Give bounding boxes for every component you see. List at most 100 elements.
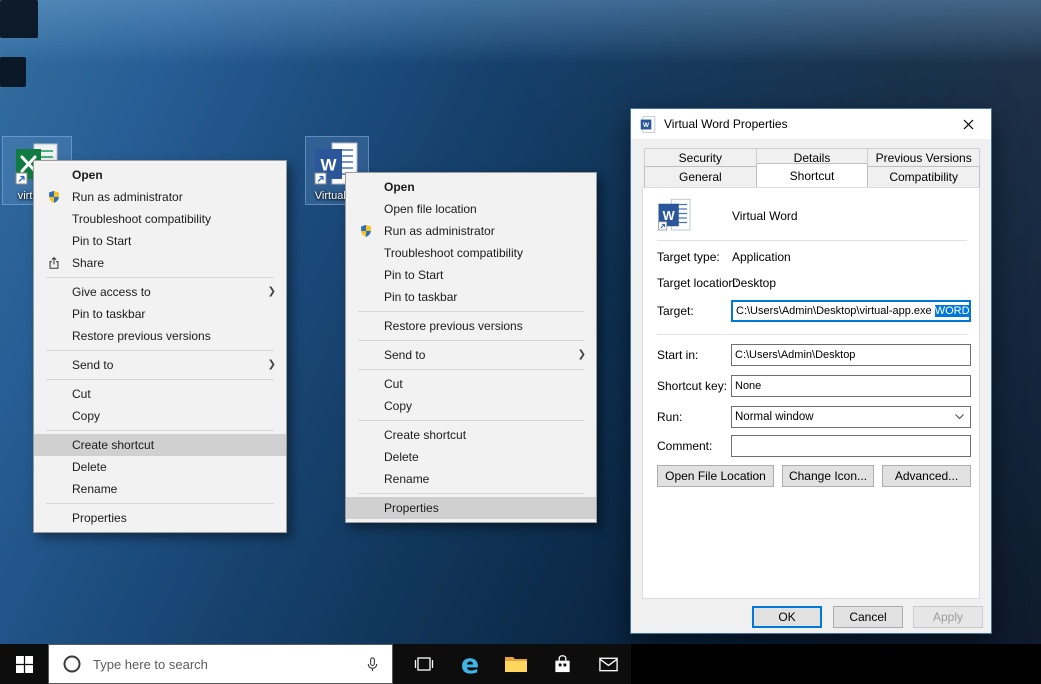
taskbar-search-box[interactable]: Type here to search xyxy=(48,644,393,684)
menu-separator xyxy=(358,311,584,312)
menu-item-cut[interactable]: Cut xyxy=(346,373,596,395)
blank-icon xyxy=(46,408,62,424)
cancel-button[interactable]: Cancel xyxy=(833,606,903,628)
file-explorer-button[interactable] xyxy=(493,644,539,684)
menu-item-label: Rename xyxy=(384,472,570,486)
run-value: Normal window xyxy=(735,411,814,423)
menu-item-label: Pin to taskbar xyxy=(72,307,260,321)
shortcut-tab-page: W Virtual Word Target type: Application … xyxy=(642,187,980,599)
menu-item-label: Cut xyxy=(72,387,260,401)
menu-item-open[interactable]: Open xyxy=(34,164,286,186)
target-type-label: Target type: xyxy=(657,250,720,264)
menu-item-label: Pin to Start xyxy=(72,234,260,248)
word-shortcut-icon: W xyxy=(657,197,693,233)
close-button[interactable] xyxy=(946,109,991,139)
shield-icon xyxy=(358,223,374,239)
blank-icon xyxy=(46,386,62,402)
menu-item-send-to[interactable]: Send to❯ xyxy=(34,354,286,376)
edge-button[interactable]: e xyxy=(447,644,493,684)
run-dropdown[interactable]: Normal window xyxy=(731,406,971,428)
blank-icon xyxy=(46,459,62,475)
shortcut-key-input[interactable]: None xyxy=(731,375,971,397)
partial-desktop-icon[interactable] xyxy=(0,0,38,38)
menu-item-copy[interactable]: Copy xyxy=(34,405,286,427)
menu-separator xyxy=(46,503,274,504)
blank-icon xyxy=(46,306,62,322)
menu-item-label: Send to xyxy=(384,348,570,362)
menu-item-open[interactable]: Open xyxy=(346,176,596,198)
menu-item-properties[interactable]: Properties xyxy=(34,507,286,529)
menu-item-restore-previous-versions[interactable]: Restore previous versions xyxy=(346,315,596,337)
change-icon-button[interactable]: Change Icon... xyxy=(782,465,874,487)
dialog-titlebar[interactable]: W Virtual Word Properties xyxy=(631,109,991,139)
advanced-button[interactable]: Advanced... xyxy=(882,465,971,487)
blank-icon xyxy=(358,267,374,283)
partial-desktop-icon[interactable] xyxy=(0,57,26,87)
menu-item-run-as-administrator[interactable]: Run as administrator xyxy=(346,220,596,242)
menu-item-troubleshoot-compatibility[interactable]: Troubleshoot compatibility xyxy=(34,208,286,230)
target-location-value: Desktop xyxy=(732,276,776,290)
menu-item-open-file-location[interactable]: Open file location xyxy=(346,198,596,220)
tab-general[interactable]: General xyxy=(644,166,757,188)
tab-shortcut[interactable]: Shortcut xyxy=(756,163,869,188)
menu-separator xyxy=(358,493,584,494)
menu-item-rename[interactable]: Rename xyxy=(34,478,286,500)
blank-icon xyxy=(46,510,62,526)
menu-item-share[interactable]: Share xyxy=(34,252,286,274)
menu-item-pin-to-start[interactable]: Pin to Start xyxy=(34,230,286,252)
menu-item-create-shortcut[interactable]: Create shortcut xyxy=(346,424,596,446)
menu-item-label: Run as administrator xyxy=(72,190,260,204)
context-menu-excel: Open Run as administrator Troubleshoot com… xyxy=(33,160,287,533)
blank-icon xyxy=(46,328,62,344)
start-button[interactable] xyxy=(0,644,48,684)
menu-item-pin-to-taskbar[interactable]: Pin to taskbar xyxy=(346,286,596,308)
blank-icon xyxy=(358,427,374,443)
menu-item-label: Properties xyxy=(72,511,260,525)
store-button[interactable] xyxy=(539,644,585,684)
microphone-icon[interactable] xyxy=(365,656,380,673)
taskbar: Type here to search e xyxy=(0,644,1041,684)
blank-icon xyxy=(358,179,374,195)
tab-compatibility[interactable]: Compatibility xyxy=(867,166,980,188)
submenu-arrow-icon: ❯ xyxy=(268,354,276,376)
menu-item-label: Restore previous versions xyxy=(72,329,260,343)
menu-item-troubleshoot-compatibility[interactable]: Troubleshoot compatibility xyxy=(346,242,596,264)
menu-item-label: Open xyxy=(384,180,570,194)
comment-input[interactable] xyxy=(731,435,971,457)
menu-separator xyxy=(358,369,584,370)
mail-button[interactable] xyxy=(585,644,631,684)
menu-item-pin-to-taskbar[interactable]: Pin to taskbar xyxy=(34,303,286,325)
blank-icon xyxy=(358,318,374,334)
task-view-button[interactable] xyxy=(401,644,447,684)
taskbar-empty-area[interactable] xyxy=(631,644,1041,684)
apply-button[interactable]: Apply xyxy=(913,606,983,628)
ok-button[interactable]: OK xyxy=(752,606,822,628)
menu-item-label: Cut xyxy=(384,377,570,391)
file-explorer-icon xyxy=(504,654,528,674)
menu-item-label: Rename xyxy=(72,482,260,496)
menu-item-pin-to-start[interactable]: Pin to Start xyxy=(346,264,596,286)
menu-item-cut[interactable]: Cut xyxy=(34,383,286,405)
target-input[interactable]: C:\Users\Admin\Desktop\virtual-app.exe W… xyxy=(731,300,971,322)
menu-item-create-shortcut[interactable]: Create shortcut xyxy=(34,434,286,456)
shortcut-key-label: Shortcut key: xyxy=(657,379,727,393)
menu-item-label: Troubleshoot compatibility xyxy=(384,246,570,260)
target-location-label: Target location: xyxy=(657,276,738,290)
blank-icon xyxy=(358,500,374,516)
menu-item-delete[interactable]: Delete xyxy=(346,446,596,468)
open-file-location-button[interactable]: Open File Location xyxy=(657,465,774,487)
blank-icon xyxy=(358,245,374,261)
menu-item-delete[interactable]: Delete xyxy=(34,456,286,478)
menu-item-restore-previous-versions[interactable]: Restore previous versions xyxy=(34,325,286,347)
menu-item-give-access-to[interactable]: Give access to❯ xyxy=(34,281,286,303)
cortana-icon xyxy=(62,654,82,674)
start-in-input[interactable]: C:\Users\Admin\Desktop xyxy=(731,344,971,366)
menu-item-run-as-administrator[interactable]: Run as administrator xyxy=(34,186,286,208)
menu-item-rename[interactable]: Rename xyxy=(346,468,596,490)
menu-item-send-to[interactable]: Send to❯ xyxy=(346,344,596,366)
blank-icon xyxy=(46,437,62,453)
menu-item-label: Copy xyxy=(72,409,260,423)
windows-logo-icon xyxy=(16,656,33,673)
menu-item-properties[interactable]: Properties xyxy=(346,497,596,519)
menu-item-copy[interactable]: Copy xyxy=(346,395,596,417)
